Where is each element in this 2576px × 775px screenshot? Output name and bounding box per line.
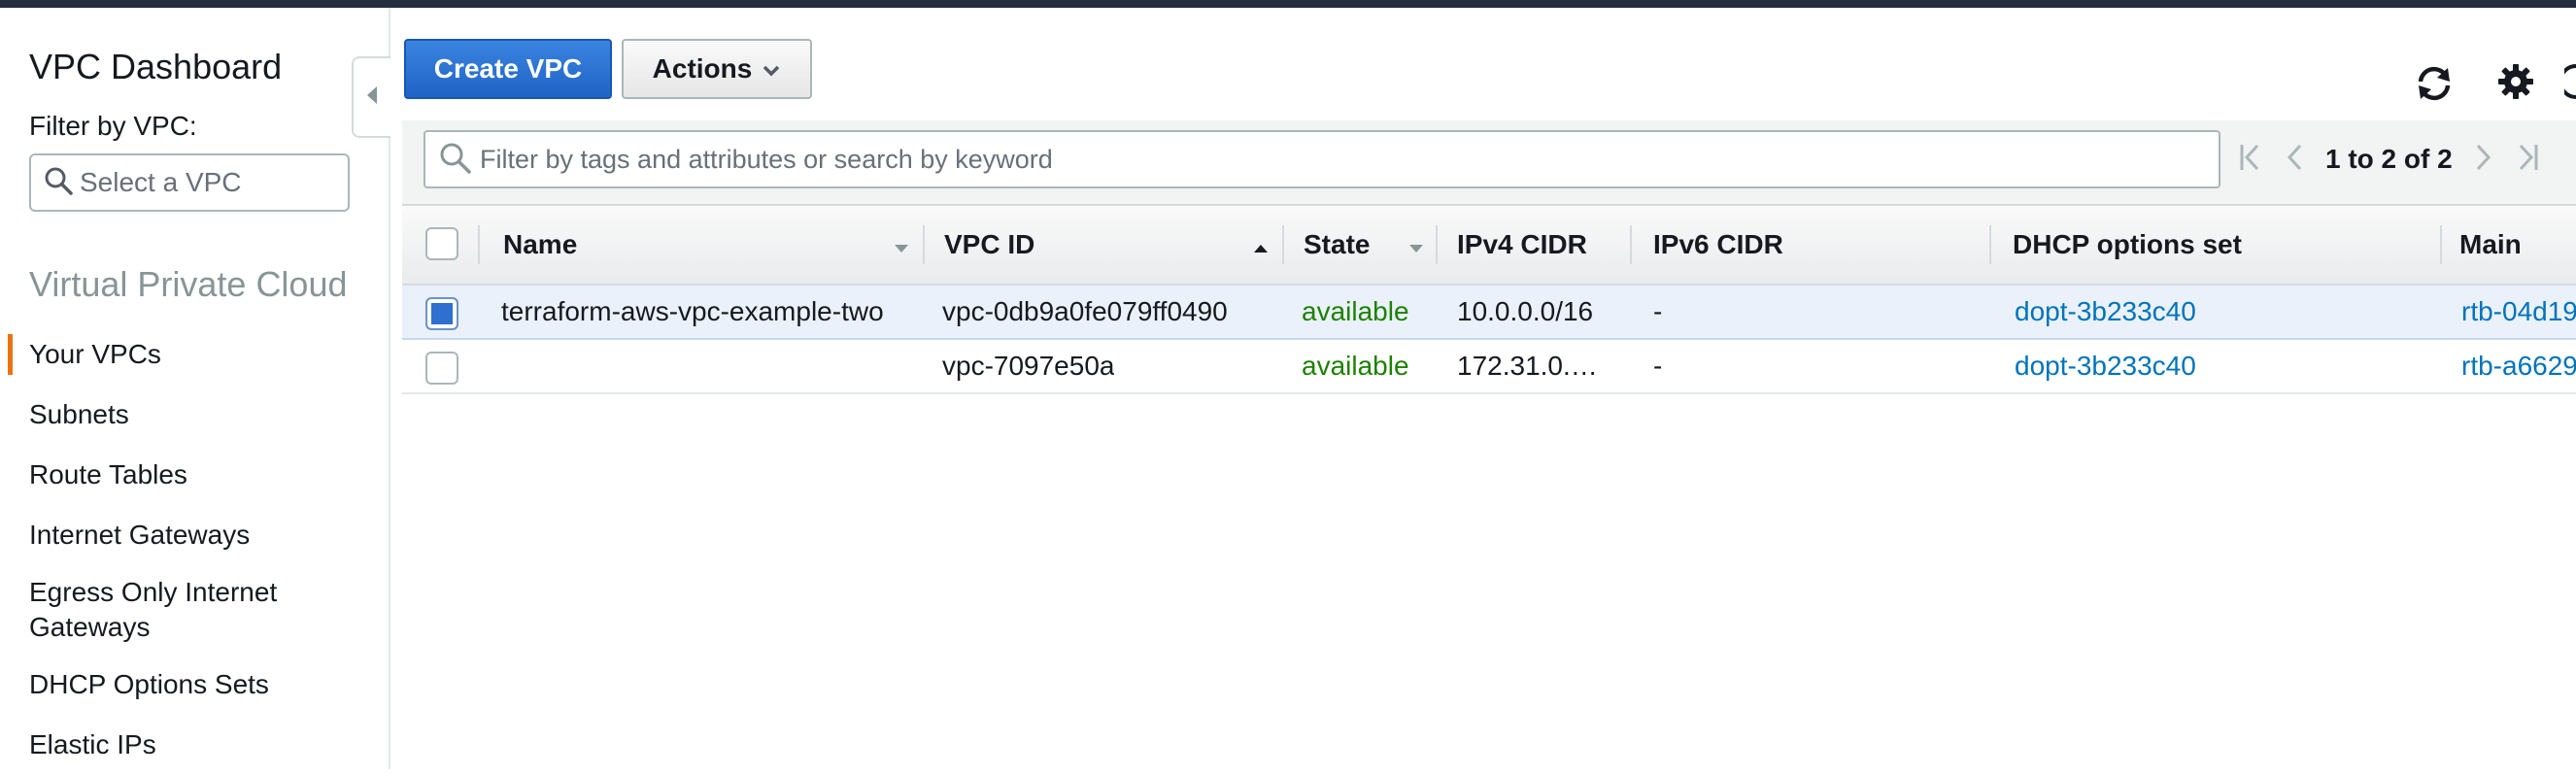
gear-icon[interactable]: [2496, 62, 2535, 106]
first-page-icon[interactable]: [2238, 143, 2263, 177]
cell-ipv6-cidr: -: [1653, 351, 1663, 381]
sidebar: VPC Dashboard Filter by VPC: Select a VP…: [0, 8, 390, 769]
cell-ipv4-cidr: 10.0.0.0/16: [1457, 296, 1594, 326]
sidebar-item-internet-gateways[interactable]: Internet Gateways: [0, 505, 389, 565]
filter-by-vpc-label: Filter by VPC:: [29, 111, 197, 141]
vpc-filter-select[interactable]: Select a VPC: [29, 153, 350, 212]
sidebar-title[interactable]: VPC Dashboard: [29, 47, 282, 87]
caret-left-icon: [364, 84, 380, 111]
sidebar-collapse-toggle[interactable]: [352, 56, 390, 138]
column-header-state[interactable]: State: [1304, 206, 1370, 284]
column-divider: [2440, 225, 2442, 264]
sidebar-item-label: Egress Only Internet Gateways: [29, 577, 278, 642]
sort-up-icon[interactable]: [1253, 241, 1269, 258]
cell-main-route-table-link[interactable]: rtb-a6629: [2461, 340, 2576, 392]
actions-dropdown-button[interactable]: Actions: [622, 39, 812, 99]
sidebar-item-subnets[interactable]: Subnets: [0, 385, 389, 445]
cell-state: available: [1302, 296, 1409, 326]
sidebar-section-heading: Virtual Private Cloud: [29, 264, 348, 304]
cell-dhcp-options-set-link[interactable]: dopt-3b233c40: [2015, 340, 2196, 392]
column-header-main-route-table[interactable]: Main Rou: [2459, 206, 2576, 337]
column-divider: [1282, 225, 1284, 264]
search-icon: [437, 140, 472, 180]
cell-ipv4-cidr: 172.31.0.…: [1457, 351, 1598, 381]
sidebar-item-egress-only-internet-gateways[interactable]: Egress Only Internet Gateways: [0, 565, 389, 655]
cell-dhcp-options-set-link[interactable]: dopt-3b233c40: [2015, 286, 2196, 338]
column-divider: [923, 225, 925, 264]
table-row[interactable]: vpc-7097e50a available 172.31.0.… - dopt…: [402, 340, 2576, 394]
column-divider: [1630, 225, 1632, 264]
pagination-text: 1 to 2 of 2: [2325, 144, 2453, 174]
column-header-dhcp-options-set[interactable]: DHCP options set: [2013, 206, 2242, 284]
sort-down-icon[interactable]: [1408, 241, 1424, 258]
column-header-vpc-id[interactable]: VPC ID: [944, 206, 1034, 284]
refresh-icon[interactable]: [2413, 62, 2456, 110]
cell-main-route-table-link[interactable]: rtb-04d19: [2461, 286, 2576, 338]
search-icon: [43, 165, 74, 201]
next-page-icon[interactable]: [2474, 143, 2493, 177]
pagination: 1 to 2 of 2: [2238, 130, 2540, 188]
cell-vpc-id: vpc-7097e50a: [942, 351, 1115, 381]
filter-bar: Filter by tags and attributes or search …: [402, 120, 2576, 204]
cell-ipv6-cidr: -: [1653, 296, 1663, 326]
search-placeholder: Filter by tags and attributes or search …: [480, 144, 1053, 174]
column-divider: [1989, 225, 1991, 264]
vpc-filter-placeholder: Select a VPC: [80, 167, 242, 197]
create-vpc-button[interactable]: Create VPC: [404, 39, 612, 99]
column-header-name[interactable]: Name: [503, 206, 577, 284]
cell-vpc-id: vpc-0db9a0fe079ff0490: [942, 296, 1228, 326]
cell-name: terraform-aws-vpc-example-two: [501, 296, 884, 326]
column-divider: [1436, 225, 1438, 264]
last-page-icon[interactable]: [2515, 143, 2540, 177]
cell-state: available: [1302, 351, 1409, 381]
sidebar-item-elastic-ips[interactable]: Elastic IPs: [0, 715, 389, 775]
sidebar-nav: Your VPCs Subnets Route Tables Internet …: [0, 324, 389, 775]
sidebar-item-route-tables[interactable]: Route Tables: [0, 445, 389, 505]
sort-down-icon[interactable]: [894, 241, 909, 258]
select-all-checkbox[interactable]: [425, 227, 458, 260]
column-header-ipv4-cidr[interactable]: IPv4 CIDR: [1457, 206, 1587, 284]
sidebar-item-your-vpcs[interactable]: Your VPCs: [0, 324, 389, 385]
row-checkbox[interactable]: [425, 297, 458, 330]
table-header: Name VPC ID State IPv4 CIDR IPv6 CIDR DH…: [402, 204, 2576, 337]
previous-page-icon[interactable]: [2285, 143, 2304, 177]
column-divider: [478, 225, 480, 264]
column-header-ipv6-cidr[interactable]: IPv6 CIDR: [1653, 206, 1783, 284]
sidebar-item-dhcp-options-sets[interactable]: DHCP Options Sets: [0, 655, 389, 715]
row-checkbox[interactable]: [425, 352, 458, 385]
table-row[interactable]: terraform-aws-vpc-example-two vpc-0db9a0…: [402, 286, 2576, 340]
search-input[interactable]: Filter by tags and attributes or search …: [424, 130, 2220, 188]
top-nav-bar: [0, 0, 2576, 8]
help-icon[interactable]: [2559, 62, 2576, 106]
actions-label: Actions: [652, 53, 753, 84]
chevron-down-icon: [762, 53, 781, 84]
